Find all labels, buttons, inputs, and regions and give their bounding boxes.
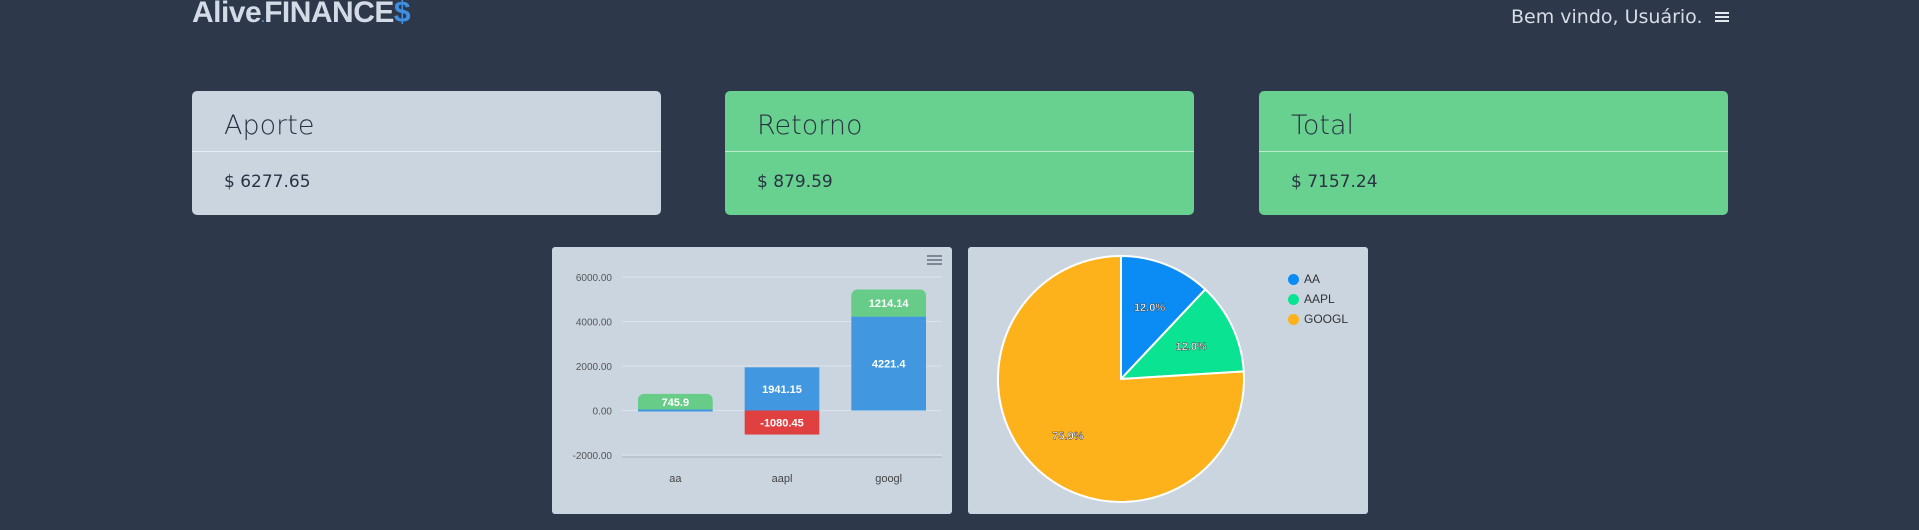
brand-dollar: $ (393, 0, 411, 29)
pie-chart-panel: 12.0% 12.0% 75.9% AA AAPL GOOGL (968, 247, 1368, 514)
legend-swatch (1288, 293, 1299, 305)
y-tick-label: 4000.00 (576, 318, 613, 329)
aporte-value: $ 6277.65 (224, 172, 311, 192)
retorno-value: $ 879.59 (757, 172, 833, 192)
y-tick-label: -2000.00 (573, 451, 613, 462)
y-tick-label: 2000.00 (576, 362, 613, 373)
retorno-card: Retorno $ 879.59 (725, 91, 1194, 215)
pie-value-label: 12.0% (1176, 341, 1207, 353)
chart-menu-icon[interactable] (927, 253, 942, 267)
pie-value-label: 75.9% (1052, 430, 1083, 442)
pie-legend: AA AAPL GOOGL (1288, 271, 1348, 331)
bar-chart-panel: 6000.00 4000.00 2000.00 0.00 -2000.00 745.9 aa… (552, 247, 952, 514)
bar-data-label: 1214.14 (869, 298, 910, 310)
x-tick-label: googl (875, 473, 902, 485)
x-tick-label: aa (669, 473, 682, 485)
legend-item-aa[interactable]: AA (1288, 271, 1348, 287)
total-card: Total $ 7157.24 (1259, 91, 1728, 215)
y-tick-label: 6000.00 (576, 273, 613, 284)
aporte-card: Aporte $ 6277.65 (192, 91, 661, 215)
y-tick-label: 0.00 (593, 407, 613, 418)
bar-data-label: 1941.15 (762, 384, 802, 396)
brand-finance: FINANCE (264, 0, 394, 29)
welcome-text: Bem vindo, Usuário. (1511, 6, 1703, 28)
brand-alive: Alive (192, 0, 262, 29)
retorno-title: Retorno (725, 91, 1194, 152)
aporte-title: Aporte (192, 91, 661, 152)
legend-label: AAPL (1304, 292, 1335, 306)
legend-item-aapl[interactable]: AAPL (1288, 291, 1348, 307)
bar-data-label: 4221.4 (872, 359, 907, 371)
bar-baseline (638, 409, 713, 412)
total-title: Total (1259, 91, 1728, 152)
bar-data-label: -1080.45 (760, 418, 803, 430)
menu-icon[interactable] (1714, 10, 1729, 24)
x-tick-label: aapl (772, 473, 793, 485)
legend-swatch (1288, 313, 1299, 325)
legend-label: AA (1304, 272, 1321, 286)
user-menu[interactable]: Bem vindo, Usuário. (1511, 6, 1729, 28)
bar-data-label: 745.9 (662, 397, 690, 409)
total-value: $ 7157.24 (1291, 172, 1378, 192)
legend-item-googl[interactable]: GOOGL (1288, 311, 1348, 327)
legend-swatch (1288, 273, 1299, 285)
brand-logo[interactable]: Alive.FINANCE$ (192, 0, 411, 30)
legend-label: GOOGL (1304, 312, 1349, 326)
bar-chart: 6000.00 4000.00 2000.00 0.00 -2000.00 745.9 aa… (573, 273, 942, 485)
pie-value-label: 12.0% (1134, 302, 1165, 314)
